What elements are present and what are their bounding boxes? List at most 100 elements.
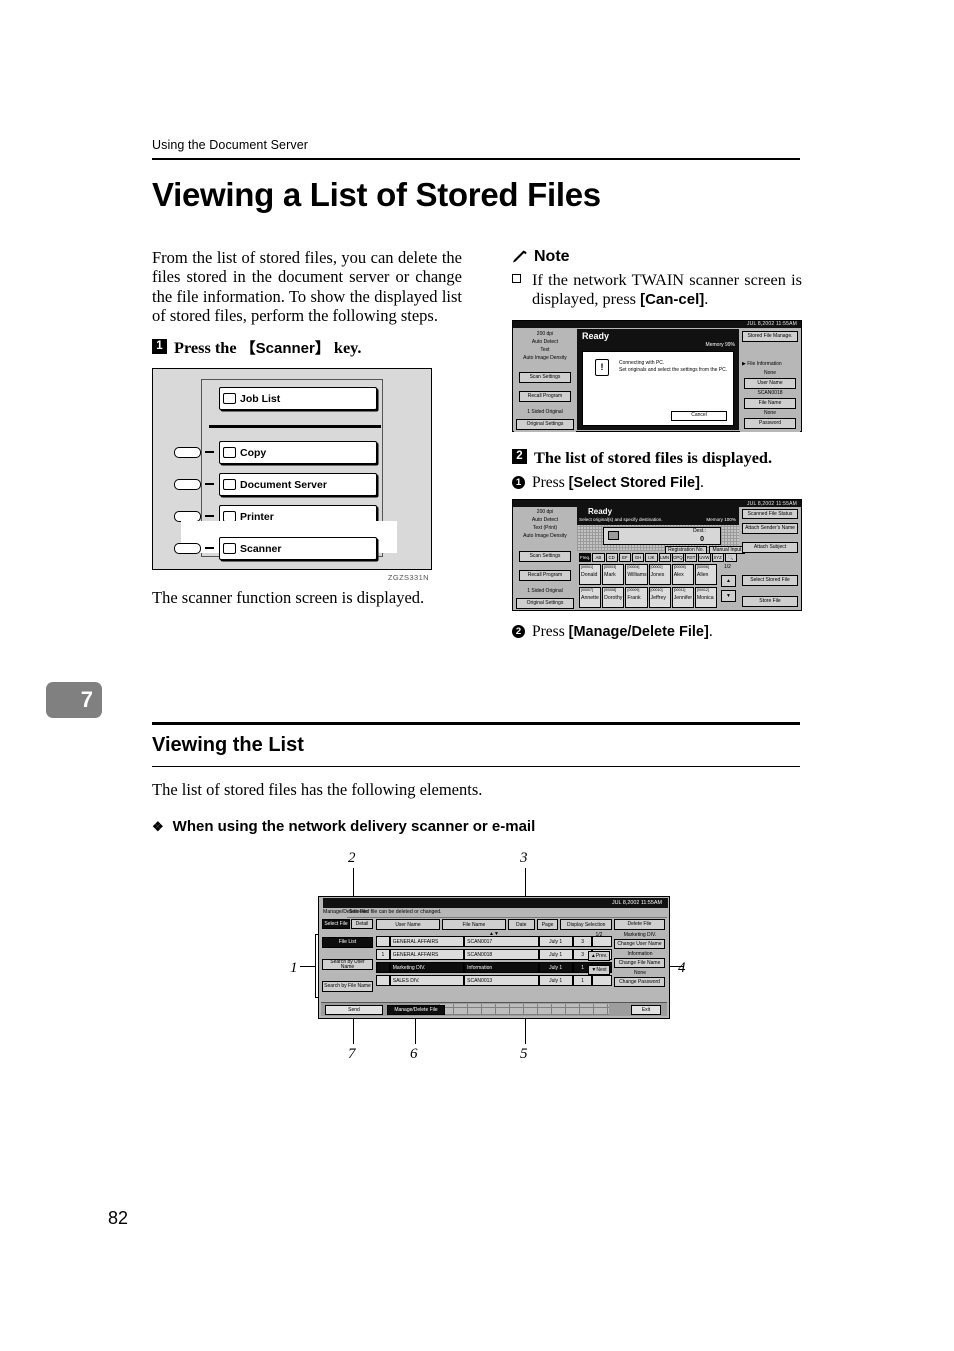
mgmt-file-list-button[interactable]: File List [322,937,373,948]
mgmt-change-password-button[interactable]: Change Password [614,977,665,987]
dest-name-cell[interactable]: [00011] Jennifer [671,587,694,609]
led-indicator-icon [223,479,236,491]
section-rule-top [152,722,800,725]
mgmt-send-button[interactable]: Send [325,1005,383,1015]
table-row[interactable]: Marketing DIV. Information July 1 1 1 [376,962,612,973]
section-paragraph: The list of stored files has the followi… [152,780,483,799]
substep-1-number: 1 [512,476,525,490]
dest-name-cell[interactable]: [00010] Jeffrey [648,587,671,609]
tab-ef[interactable]: EF [618,553,631,563]
twain-memory-indicator: Memory 99% [705,341,735,348]
step-2: 2 The list of stored files is displayed. [512,448,802,467]
twain-main-area: Ready Memory 99% ! Connecting with PC. S… [577,328,739,430]
scroll-down-icon[interactable]: ▼ [721,590,736,603]
mgmt-next-button[interactable]: ▼ Next [588,965,610,975]
exclamation-icon: ! [595,358,609,376]
dest-scanned-file-status-button[interactable]: Scanned File Status [742,509,798,520]
twain-stored-file-manage-button[interactable]: Stored File Manage. [742,330,798,342]
dest-attach-subject-button[interactable]: Attach Subject [742,542,798,554]
tab-ijk[interactable]: IJK [645,553,658,563]
panel-sidekey-scanner[interactable] [174,543,201,555]
row-user-name: Marketing DIV. [389,962,465,973]
tab-ab[interactable]: AB [592,553,605,563]
tab-freq[interactable]: Freq. [579,553,592,563]
dest-scan-settings-button[interactable]: Scan Settings [519,551,571,563]
dest-name-cell[interactable]: [00009] Frank [625,587,648,609]
table-row[interactable]: SALES DIV. SCAN0013 July 1 1 [376,975,612,986]
twain-original-settings-button[interactable]: Original Settings [516,418,574,430]
table-row[interactable]: 1 GENERAL AFFAIRS SCAN0018 July 1 3 [376,949,612,960]
twain-scan-settings-button[interactable]: Scan Settings [519,371,571,383]
panel-key-copy[interactable]: Copy [219,441,377,465]
mgmt-tab-select-file[interactable]: Select File [322,919,350,929]
mgmt-delete-file-button[interactable]: Delete File [614,919,665,930]
panel-sidekey-copy[interactable] [174,447,201,459]
dest-status-text: Ready [588,507,613,517]
row-date: July 1 [538,936,573,947]
scroll-up-icon[interactable]: ▲ [721,575,736,588]
dest-sided-original-label: 1 Sided Original [527,588,563,595]
manage-delete-file-screen: JUL 8,2002 11:55AM Manage/Delete File Se… [318,896,670,1019]
tab-rst[interactable]: RST [685,553,698,563]
tab-opq[interactable]: OPQ [671,553,684,563]
dest-status-bar: Ready Select original(s) and specify des… [577,507,739,526]
mgmt-search-by-user-name-button[interactable]: Search by User Name [322,959,373,970]
dest-name-cell[interactable]: [00003] Mark [602,564,625,586]
mgmt-center-pane: User Name File Name Date Page Display Se… [376,919,612,1001]
mgmt-tab-detail[interactable]: Detail [351,919,373,929]
panel-key-scanner[interactable]: Scanner [219,537,377,561]
column-header-file-name[interactable]: File Name [441,919,506,930]
table-row[interactable]: GENERAL AFFAIRS SCAN0017 July 1 3 [376,936,612,947]
step-2-number: 2 [512,448,527,464]
tab-uvw[interactable]: UVW [698,553,711,563]
panel-key-document-server[interactable]: Document Server [219,473,377,497]
search-icon[interactable]: 🔍 [724,553,737,563]
dest-name-cell[interactable]: [00004] Williams [625,564,648,586]
mgmt-change-user-name-button[interactable]: Change User Name [614,939,665,949]
mgmt-prev-button[interactable]: ▲ Prev. [588,951,610,961]
dest-name-cell[interactable]: [00001] Donald [579,564,602,586]
mgmt-manage-delete-file-button[interactable]: Manage/Delete File [387,1005,445,1015]
twain-file-name-button[interactable]: File Name [744,397,796,409]
tab-xyz[interactable]: XYZ [711,553,724,563]
panel-connector-scanner [205,547,214,550]
twain-sided-original-label: 1 Sided Original [527,408,563,415]
dest-name-cell[interactable]: [00007] Annette [579,587,602,609]
dest-name-cell[interactable]: [00012] Monica [694,587,718,609]
dest-count-label: Dest.: [692,528,706,535]
tab-cd[interactable]: CD [605,553,618,563]
twain-password-button[interactable]: Password [744,417,796,429]
leader-4 [670,966,684,968]
dest-instruction-text: Select original(s) and specify destinati… [579,517,663,523]
mgmt-exit-button[interactable]: Exit [631,1005,661,1015]
mgmt-paging: 1/2 ▲ Prev. ▼ Next [588,933,610,975]
tab-lmn[interactable]: LMN [658,553,671,563]
dest-name-cell[interactable]: [00005] Alex [671,564,694,586]
dest-store-file-button[interactable]: Store File [742,596,798,608]
dest-attach-senders-name-button[interactable]: Attach Sender's Name [742,523,798,535]
column-header-display-selection[interactable]: Display Selection [560,919,612,930]
panel-sidekey-document-server[interactable] [174,479,201,491]
mgmt-search-by-file-name-button[interactable]: Search by File Name [322,981,373,992]
dest-select-stored-file-button[interactable]: Select Stored File [742,575,798,587]
dest-original-settings-button[interactable]: Original Settings [516,598,574,610]
dest-destination-box: Dest.: 0 [603,527,721,546]
panel-key-job-list[interactable]: Job List [219,387,377,411]
callout-7: 7 [348,1046,356,1062]
dest-recall-program-button[interactable]: Recall Program [519,570,571,582]
column-header-page[interactable]: Page [536,919,559,930]
twain-left-panel: 200 dpi Auto Detect Text Auto Image Dens… [514,328,576,432]
dest-name-cell[interactable]: [00002] Jones [648,564,671,586]
twain-recall-program-button[interactable]: Recall Program [519,390,571,402]
callout-5: 5 [520,1046,528,1062]
dest-name-cell[interactable]: [00006] Allen [694,564,718,586]
twain-user-name-button[interactable]: User Name [744,377,796,389]
tab-gh[interactable]: GH [632,553,645,563]
twain-cancel-button[interactable]: Cancel [671,410,727,421]
callout-6: 6 [410,1046,418,1062]
dest-name-cell[interactable]: [00008] Dorothy [602,587,625,609]
column-header-user-name[interactable]: User Name [376,919,440,930]
column-header-date[interactable]: Date [507,919,535,930]
row-user-name: GENERAL AFFAIRS [389,949,465,960]
mgmt-change-file-name-button[interactable]: Change File Name [614,958,665,968]
